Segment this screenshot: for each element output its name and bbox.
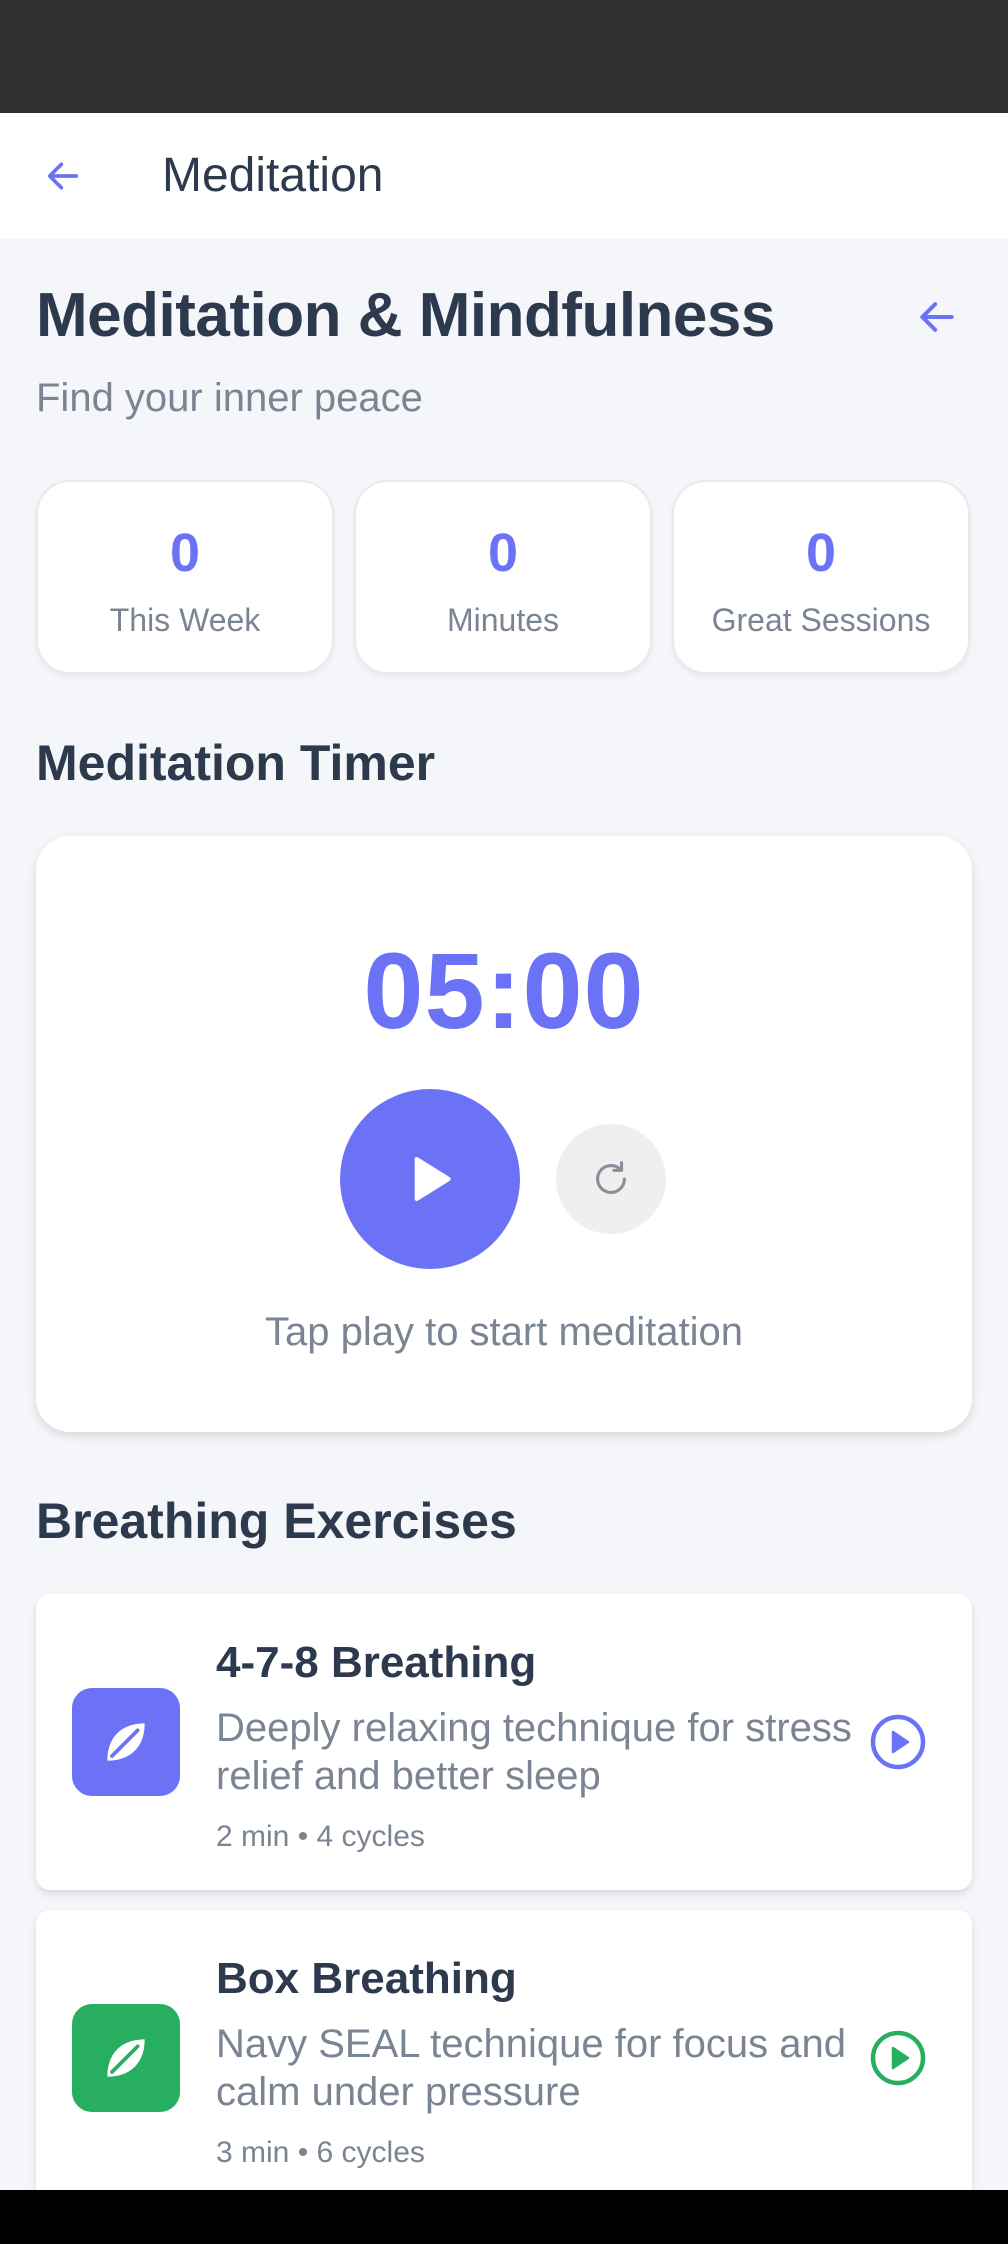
play-button[interactable] (340, 1089, 520, 1269)
exercise-meta: 3 min • 6 cycles (216, 2136, 425, 2169)
navigation-bar (0, 2190, 1008, 2244)
status-bar (0, 0, 1008, 113)
stat-value: 0 (805, 523, 837, 583)
stat-label: This Week (109, 602, 261, 638)
exercise-card-478-breathing[interactable]: 4-7-8 Breathing Deeply relaxing techniqu… (36, 1594, 972, 1890)
reset-button[interactable] (556, 1124, 666, 1234)
stat-card-great-sessions: 0 Great Sessions (672, 480, 970, 674)
stat-card-this-week: 0 This Week (36, 480, 334, 674)
exercise-name: Box Breathing (216, 1954, 517, 2003)
leaf-icon (72, 1688, 180, 1796)
exercise-meta: 2 min • 4 cycles (216, 1820, 425, 1853)
stat-value: 0 (487, 523, 519, 583)
timer-display: 05:00 (363, 930, 645, 1051)
play-icon (414, 1157, 451, 1201)
play-circle-icon[interactable] (868, 1712, 928, 1772)
stat-label: Minutes (446, 602, 560, 638)
exercise-name: 4-7-8 Breathing (216, 1638, 537, 1687)
app-bar-title: Meditation (162, 149, 384, 202)
exercise-card-box-breathing[interactable]: Box Breathing Navy SEAL technique for fo… (36, 1910, 972, 2206)
app-bar: Meditation (0, 113, 1008, 239)
page-title: Meditation & Mindfulness (36, 281, 775, 350)
exercise-description: Navy SEAL technique for focus and calm u… (216, 2022, 846, 2114)
timer-section-title: Meditation Timer (36, 735, 436, 791)
exercise-description: Deeply relaxing technique for stress rel… (216, 1706, 852, 1798)
stat-card-minutes: 0 Minutes (354, 480, 652, 674)
leaf-icon (72, 2004, 180, 2112)
page-subtitle: Find your inner peace (36, 376, 423, 420)
stat-label: Great Sessions (711, 602, 931, 638)
play-circle-icon[interactable] (868, 2028, 928, 2088)
back-arrow-icon[interactable] (36, 149, 90, 203)
header-back-arrow-icon[interactable] (910, 290, 964, 344)
timer-card: 05:00 Tap play to start meditation (36, 836, 972, 1432)
stat-value: 0 (169, 523, 201, 583)
timer-hint: Tap play to start meditation (264, 1310, 744, 1354)
breathing-section-title: Breathing Exercises (36, 1493, 517, 1549)
refresh-icon (596, 1161, 626, 1194)
